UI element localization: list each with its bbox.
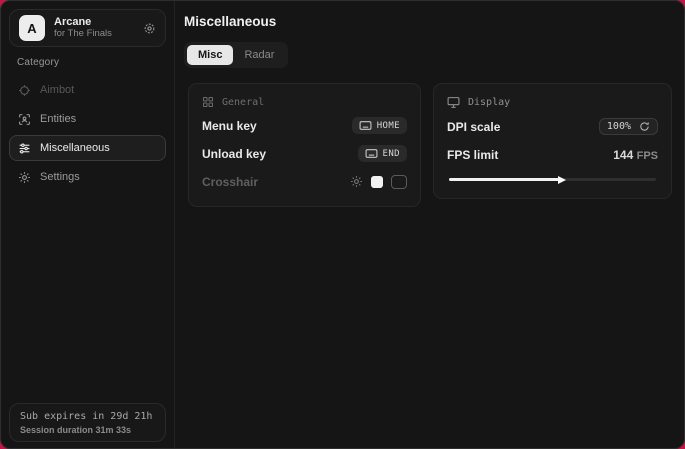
menu-key-row: Menu key HOME [202,114,407,137]
keyboard-icon [365,148,378,159]
unload-key-row: Unload key END [202,142,407,165]
dpi-scale-label: DPI scale [447,120,500,134]
fps-slider-fill [449,178,561,181]
sidebar-item-entities[interactable]: Entities [9,106,166,132]
crosshair-row: Crosshair [202,170,407,193]
sidebar-item-label: Aimbot [40,84,74,96]
sidebar-item-label: Miscellaneous [40,142,110,154]
category-label: Category [17,57,174,68]
sidebar-item-label: Entities [40,113,76,125]
brand-text: Arcane for The Finals [54,16,112,40]
app-logo: A [19,15,45,41]
keyboard-icon [359,120,372,131]
fps-limit-slider[interactable] [449,178,656,181]
unload-key-bind-button[interactable]: END [358,145,407,162]
dpi-scale-control[interactable]: 100% [599,118,658,135]
entities-icon [18,113,31,126]
rotate-icon[interactable] [639,121,650,132]
monitor-icon [447,96,460,109]
app-window: A Arcane for The Finals Category [0,0,685,449]
dpi-scale-row: DPI scale 100% [447,115,658,138]
menu-key-value: HOME [377,121,400,131]
brand-card: A Arcane for The Finals [9,9,166,47]
general-card-title: General [222,97,264,108]
brand-name: Arcane [54,16,112,29]
sidebar-item-settings[interactable]: Settings [9,164,166,190]
fps-limit-row: FPS limit 144 FPS [447,143,658,166]
menu-key-label: Menu key [202,119,257,133]
session-duration-text: Session duration 31m 33s [20,425,155,435]
fps-unit: FPS [637,150,658,162]
unload-key-label: Unload key [202,147,266,161]
crosshair-color-swatch[interactable] [371,176,383,188]
sliders-icon [18,142,31,155]
crosshair-controls [350,175,407,189]
display-card-title: Display [468,97,510,108]
tab-radar[interactable]: Radar [233,45,285,65]
menu-key-bind-button[interactable]: HOME [352,117,407,134]
fps-limit-label: FPS limit [447,148,498,162]
main-panel: Miscellaneous Misc Radar General [175,1,685,448]
display-card-header: Display [447,96,658,109]
general-card: General Menu key HOME [188,83,421,207]
tab-misc[interactable]: Misc [187,45,233,65]
gear-icon[interactable] [350,175,363,188]
crosshair-icon [18,84,31,97]
sidebar-item-aimbot[interactable]: Aimbot [9,77,166,103]
brand-subtitle: for The Finals [54,29,112,40]
dpi-scale-value: 100% [607,121,631,132]
subscription-info: Sub expires in 29d 21h Session duration … [9,403,166,442]
gear-icon [18,171,31,184]
fps-limit-value: 144 FPS [613,148,658,162]
sidebar-item-miscellaneous[interactable]: Miscellaneous [9,135,166,161]
general-card-header: General [202,96,407,108]
fps-number: 144 [613,148,633,162]
fps-slider-thumb[interactable] [558,176,566,184]
cards-row: General Menu key HOME [188,83,672,207]
page-title: Miscellaneous [184,14,672,29]
sidebar: A Arcane for The Finals Category [1,1,175,448]
sidebar-nav: Aimbot Entities [1,77,174,190]
tab-bar: Misc Radar [184,42,288,68]
sub-expiry-text: Sub expires in 29d 21h [20,411,155,422]
sync-icon[interactable] [143,22,156,35]
crosshair-checkbox[interactable] [391,175,407,189]
unload-key-value: END [383,149,400,159]
sidebar-item-label: Settings [40,171,80,183]
display-card: Display DPI scale 100% [433,83,672,199]
crosshair-label: Crosshair [202,175,258,189]
grid-icon [202,96,214,108]
